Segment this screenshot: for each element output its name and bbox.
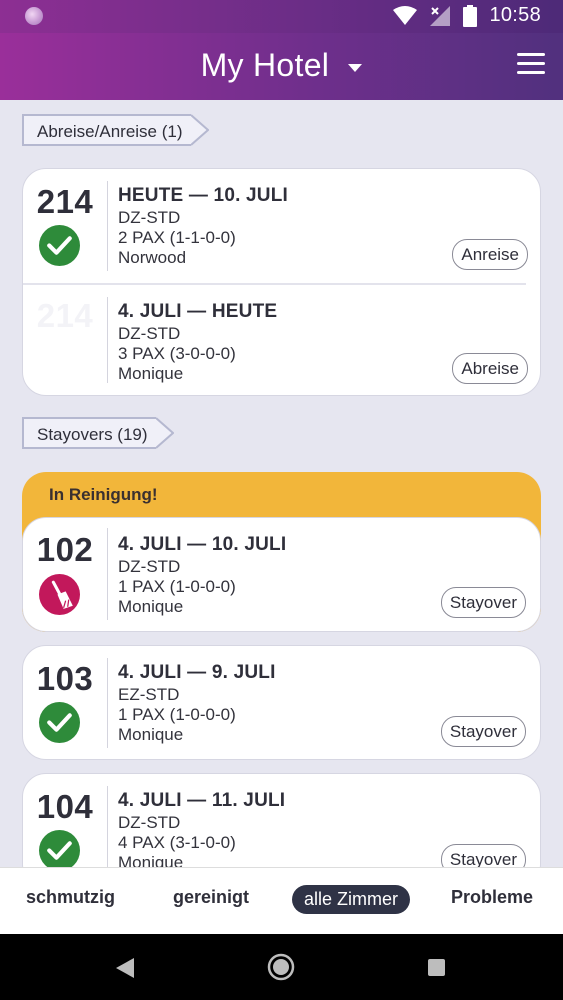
room-card-102[interactable]: 102 4. JULI — 10. JULI DZ-STD 1 PAX (1-0… bbox=[22, 517, 541, 632]
guest-count: 1 PAX (1-0-0-0) bbox=[118, 705, 236, 724]
stay-dates: 4. JULI — 9. JULI bbox=[118, 662, 276, 683]
room-number: 214 bbox=[36, 183, 94, 220]
guest-count: 1 PAX (1-0-0-0) bbox=[118, 577, 236, 596]
guest-count: 2 PAX (1-1-0-0) bbox=[118, 228, 236, 247]
arrival-row[interactable]: 214 HEUTE — 10. JULI DZ-STD 2 PAX (1-1-0… bbox=[23, 169, 540, 284]
tab-all-rooms[interactable]: alle Zimmer bbox=[292, 885, 410, 914]
guest-name: Monique bbox=[118, 364, 184, 383]
section-label: Abreise/Anreise (1) bbox=[37, 122, 183, 141]
status-bar: 10:58 bbox=[0, 0, 563, 33]
room-list[interactable]: Abreise/Anreise (1) 214 HEUTE — 10. JULI… bbox=[0, 100, 563, 867]
back-icon[interactable] bbox=[116, 958, 134, 978]
app-bar: My Hotel bbox=[0, 33, 563, 100]
guest-name: Monique bbox=[118, 725, 184, 744]
broom-icon bbox=[39, 574, 80, 615]
system-nav-bar bbox=[0, 934, 563, 1000]
filter-tabs: schmutzig gereinigt alle Zimmer Probleme bbox=[0, 867, 563, 935]
room-number: 102 bbox=[36, 531, 94, 568]
tab-dirty[interactable]: schmutzig bbox=[26, 887, 115, 908]
stayover-badge[interactable]: Stayover bbox=[440, 587, 526, 618]
guest-name: Monique bbox=[118, 597, 184, 616]
guest-name: Monique bbox=[118, 853, 184, 867]
stayover-badge[interactable]: Stayover bbox=[440, 716, 526, 747]
room-card-214[interactable]: 214 HEUTE — 10. JULI DZ-STD 2 PAX (1-1-0… bbox=[22, 168, 541, 396]
divider bbox=[107, 528, 108, 620]
stay-dates: 4. JULI — 11. JULI bbox=[118, 790, 286, 811]
caret-down-icon[interactable] bbox=[348, 63, 363, 72]
recents-icon[interactable] bbox=[428, 959, 445, 976]
room-card-104[interactable]: 104 4. JULI — 11. JULI DZ-STD 4 PAX (3-1… bbox=[22, 773, 541, 867]
check-circle-icon bbox=[39, 830, 80, 867]
menu-icon[interactable] bbox=[517, 53, 545, 77]
page-title[interactable]: My Hotel bbox=[201, 47, 330, 83]
wifi-icon bbox=[393, 5, 418, 25]
room-number: 103 bbox=[36, 660, 94, 697]
guest-count: 4 PAX (3-1-0-0) bbox=[118, 833, 236, 852]
tab-problems[interactable]: Probleme bbox=[451, 887, 533, 908]
room-type: DZ-STD bbox=[118, 324, 181, 343]
stay-dates: 4. JULI — HEUTE bbox=[118, 301, 278, 322]
cleaning-banner: In Reinigung! 102 4. JULI — 10. JULI DZ-… bbox=[22, 472, 541, 632]
signal-icon bbox=[430, 5, 451, 26]
departure-row[interactable]: 214 4. JULI — HEUTE DZ-STD 3 PAX (3-0-0-… bbox=[23, 285, 540, 395]
divider bbox=[107, 658, 108, 748]
room-type: DZ-STD bbox=[118, 208, 181, 227]
room-card-103[interactable]: 103 4. JULI — 9. JULI EZ-STD 1 PAX (1-0-… bbox=[22, 645, 541, 760]
check-circle-icon bbox=[39, 702, 80, 743]
section-label: Stayovers (19) bbox=[37, 425, 148, 444]
room-type: EZ-STD bbox=[118, 685, 180, 704]
section-tag-arrivals-departures: Abreise/Anreise (1) bbox=[22, 114, 209, 146]
room-type: DZ-STD bbox=[118, 813, 181, 832]
clock: 10:58 bbox=[489, 4, 541, 26]
room-number: 104 bbox=[36, 788, 94, 825]
divider bbox=[107, 786, 108, 867]
divider bbox=[107, 297, 108, 383]
arrival-badge[interactable]: Anreise bbox=[452, 239, 528, 270]
guest-count: 3 PAX (3-0-0-0) bbox=[118, 344, 236, 363]
hotel-selector[interactable]: My Hotel bbox=[0, 47, 563, 84]
room-type: DZ-STD bbox=[118, 557, 181, 576]
divider bbox=[107, 181, 108, 271]
cleaning-label: In Reinigung! bbox=[49, 485, 158, 504]
departure-badge[interactable]: Abreise bbox=[452, 353, 528, 384]
notification-icon bbox=[25, 7, 43, 25]
room-number: 214 bbox=[36, 297, 94, 334]
home-icon[interactable] bbox=[267, 953, 295, 981]
section-tag-stayovers: Stayovers (19) bbox=[22, 417, 174, 449]
stay-dates: HEUTE — 10. JULI bbox=[118, 185, 289, 206]
battery-icon bbox=[463, 4, 478, 27]
stay-dates: 4. JULI — 10. JULI bbox=[118, 534, 287, 555]
stayover-badge[interactable]: Stayover bbox=[440, 844, 526, 867]
check-circle-icon bbox=[39, 225, 80, 266]
tab-cleaned[interactable]: gereinigt bbox=[173, 887, 249, 908]
guest-name: Norwood bbox=[118, 248, 187, 267]
